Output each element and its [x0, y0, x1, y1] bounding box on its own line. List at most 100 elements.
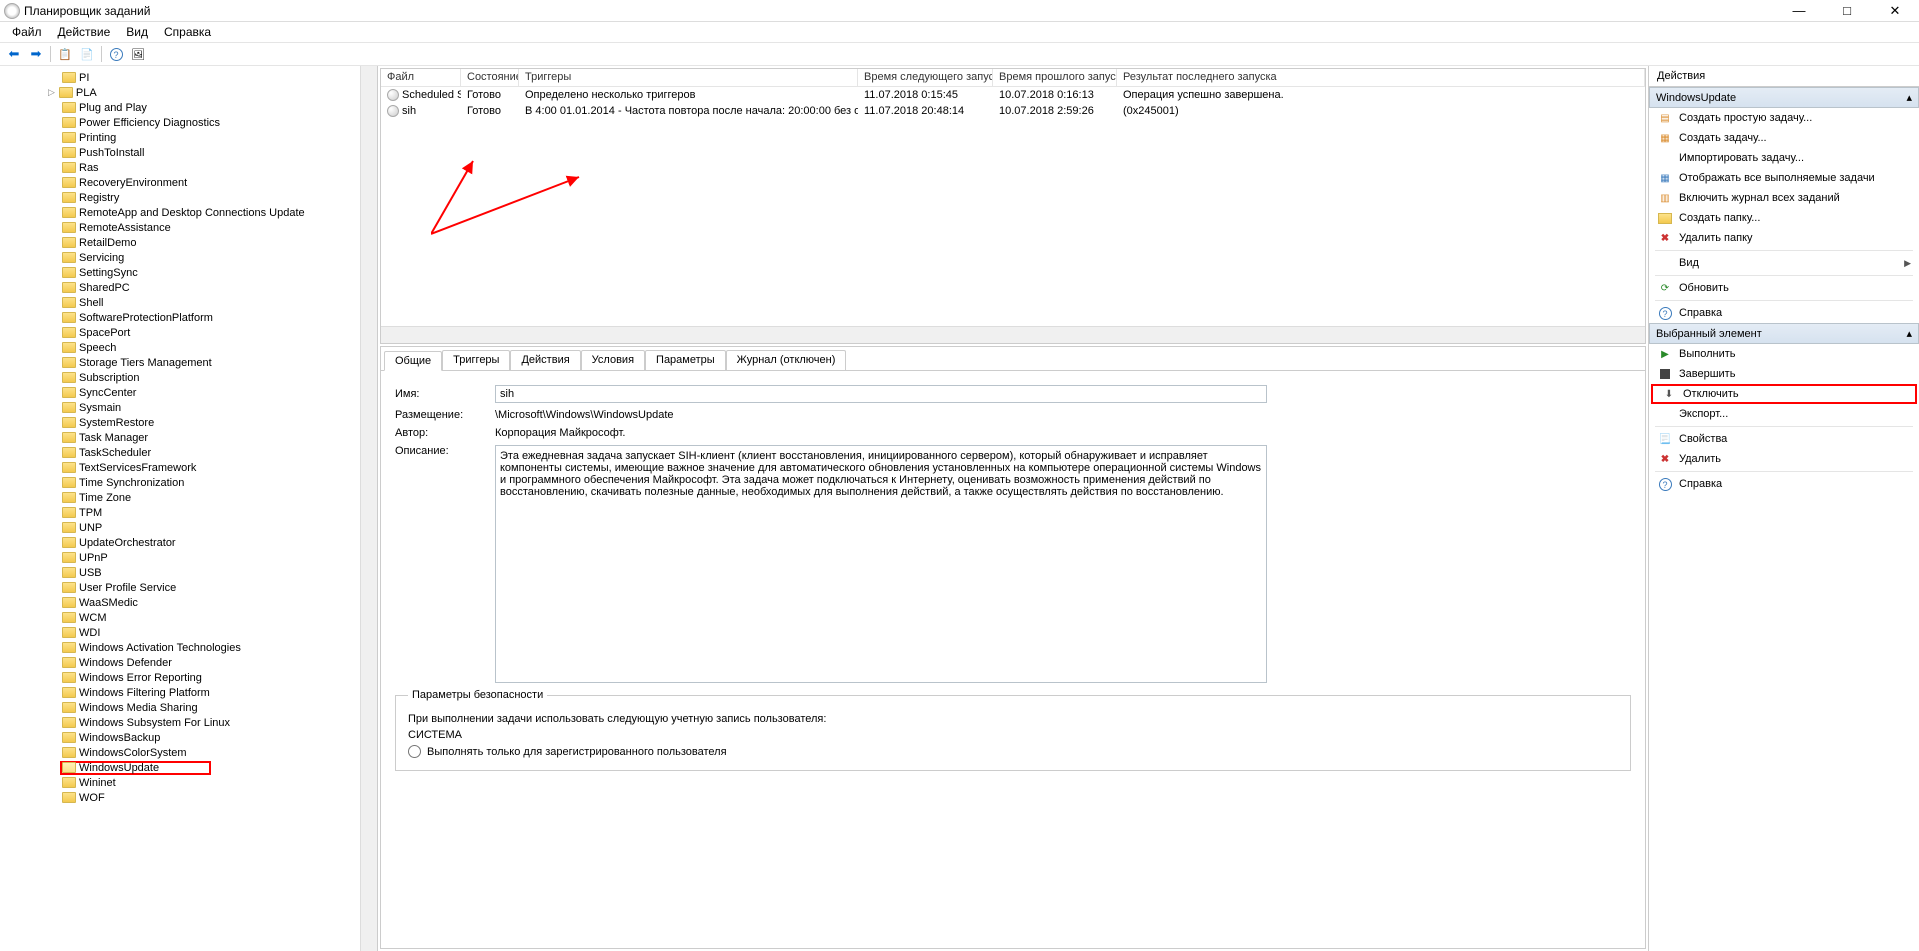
tree-item[interactable]: RetailDemo: [60, 235, 377, 250]
back-button[interactable]: ⬅: [4, 44, 24, 64]
tree-item[interactable]: SettingSync: [60, 265, 377, 280]
tree-item[interactable]: Windows Error Reporting: [60, 670, 377, 685]
tree-item[interactable]: TextServicesFramework: [60, 460, 377, 475]
toggle-detail-button[interactable]: 📄: [77, 44, 97, 64]
radio-logged-only[interactable]: Выполнять только для зарегистрированного…: [408, 745, 1618, 758]
action-свойства[interactable]: 📃Свойства: [1649, 429, 1919, 449]
col-file[interactable]: Файл: [381, 69, 461, 86]
task-row[interactable]: sihГотовоВ 4:00 01.01.2014 - Частота пов…: [381, 103, 1645, 119]
tree-item[interactable]: Sysmain: [60, 400, 377, 415]
menu-view[interactable]: Вид: [118, 23, 156, 41]
tree-item[interactable]: Windows Subsystem For Linux: [60, 715, 377, 730]
tree-item[interactable]: WDI: [60, 625, 377, 640]
tree-item[interactable]: SharedPC: [60, 280, 377, 295]
tree-item[interactable]: WOF: [60, 790, 377, 805]
tree-item[interactable]: Speech: [60, 340, 377, 355]
tab-general[interactable]: Общие: [384, 351, 442, 371]
tree-item[interactable]: Wininet: [60, 775, 377, 790]
menu-file[interactable]: Файл: [4, 23, 50, 41]
scrollbar[interactable]: [360, 66, 377, 951]
tree-item[interactable]: Servicing: [60, 250, 377, 265]
tree-item[interactable]: TaskScheduler: [60, 445, 377, 460]
tree-item[interactable]: Time Synchronization: [60, 475, 377, 490]
tree-item[interactable]: UpdateOrchestrator: [60, 535, 377, 550]
tree-item[interactable]: WindowsBackup: [60, 730, 377, 745]
action-обновить[interactable]: ⟳Обновить: [1649, 278, 1919, 298]
action-удалить-папку[interactable]: ✖Удалить папку: [1649, 228, 1919, 248]
tree-item[interactable]: SoftwareProtectionPlatform: [60, 310, 377, 325]
tab-actions[interactable]: Действия: [510, 350, 580, 370]
actions-section-selected[interactable]: Выбранный элемент ▴: [1649, 323, 1919, 344]
tree-item[interactable]: PI: [60, 70, 377, 85]
action-вид[interactable]: Вид▶: [1649, 253, 1919, 273]
tree-item[interactable]: Plug and Play: [60, 100, 377, 115]
forward-button[interactable]: ➡: [26, 44, 46, 64]
col-triggers[interactable]: Триггеры: [519, 69, 858, 86]
action-выполнить[interactable]: ▶Выполнить: [1649, 344, 1919, 364]
tab-settings[interactable]: Параметры: [645, 350, 726, 370]
tree-item[interactable]: Registry: [60, 190, 377, 205]
action-удалить[interactable]: ✖Удалить: [1649, 449, 1919, 469]
tree-item[interactable]: PLA: [60, 85, 377, 100]
tree-item[interactable]: Windows Defender: [60, 655, 377, 670]
action-импортировать-задачу-[interactable]: Импортировать задачу...: [1649, 148, 1919, 168]
tree-item[interactable]: WaaSMedic: [60, 595, 377, 610]
tree-item[interactable]: WCM: [60, 610, 377, 625]
maximize-button[interactable]: □: [1827, 1, 1867, 21]
tab-triggers[interactable]: Триггеры: [442, 350, 510, 370]
tree-item[interactable]: Shell: [60, 295, 377, 310]
action-справка[interactable]: ?Справка: [1649, 474, 1919, 494]
tree-item[interactable]: SpacePort: [60, 325, 377, 340]
menu-action[interactable]: Действие: [50, 23, 119, 41]
tree-item[interactable]: TPM: [60, 505, 377, 520]
radio-logged-input[interactable]: [408, 745, 421, 758]
tree-item[interactable]: SyncCenter: [60, 385, 377, 400]
action-включить-журнал-всех-заданий[interactable]: ▥Включить журнал всех заданий: [1649, 188, 1919, 208]
action-создать-простую-задачу-[interactable]: ▤Создать простую задачу...: [1649, 108, 1919, 128]
tree-item[interactable]: Printing: [60, 130, 377, 145]
action-pane-button[interactable]: 🖼: [128, 44, 148, 64]
input-description[interactable]: [495, 445, 1267, 683]
actions-section-context[interactable]: WindowsUpdate ▴: [1649, 87, 1919, 108]
tree-item[interactable]: RecoveryEnvironment: [60, 175, 377, 190]
action-отображать-все-выполняемые-задачи[interactable]: ▦Отображать все выполняемые задачи: [1649, 168, 1919, 188]
tree-item[interactable]: Ras: [60, 160, 377, 175]
tree-item[interactable]: PushToInstall: [60, 145, 377, 160]
col-result[interactable]: Результат последнего запуска: [1117, 69, 1645, 86]
close-button[interactable]: ✕: [1875, 1, 1915, 21]
action-создать-папку-[interactable]: Создать папку...: [1649, 208, 1919, 228]
tree-item[interactable]: SystemRestore: [60, 415, 377, 430]
tree-item[interactable]: User Profile Service: [60, 580, 377, 595]
menu-help[interactable]: Справка: [156, 23, 219, 41]
action-создать-задачу-[interactable]: ▦Создать задачу...: [1649, 128, 1919, 148]
action-отключить[interactable]: ⬇Отключить: [1651, 384, 1917, 404]
tree-item[interactable]: WindowsUpdate: [60, 760, 377, 775]
col-next[interactable]: Время следующего запуска: [858, 69, 993, 86]
tree-item[interactable]: Storage Tiers Management: [60, 355, 377, 370]
tree-item[interactable]: Windows Activation Technologies: [60, 640, 377, 655]
col-state[interactable]: Состояние: [461, 69, 519, 86]
h-scrollbar[interactable]: [381, 326, 1645, 343]
action-экспорт-[interactable]: Экспорт...: [1649, 404, 1919, 424]
tree-item[interactable]: Time Zone: [60, 490, 377, 505]
tree-item[interactable]: Windows Media Sharing: [60, 700, 377, 715]
tree-item[interactable]: Windows Filtering Platform: [60, 685, 377, 700]
tree-item[interactable]: Task Manager: [60, 430, 377, 445]
help-button[interactable]: ?: [106, 44, 126, 64]
tree-item[interactable]: UPnP: [60, 550, 377, 565]
input-name[interactable]: [495, 385, 1267, 403]
minimize-button[interactable]: —: [1779, 1, 1819, 21]
tree-item[interactable]: RemoteApp and Desktop Connections Update: [60, 205, 377, 220]
action-завершить[interactable]: Завершить: [1649, 364, 1919, 384]
action-справка[interactable]: ?Справка: [1649, 303, 1919, 323]
col-last[interactable]: Время прошлого запуска: [993, 69, 1117, 86]
tree-item[interactable]: Subscription: [60, 370, 377, 385]
tree-item[interactable]: Power Efficiency Diagnostics: [60, 115, 377, 130]
tab-history[interactable]: Журнал (отключен): [726, 350, 847, 370]
tree-item[interactable]: WindowsColorSystem: [60, 745, 377, 760]
toggle-tree-button[interactable]: 📋: [55, 44, 75, 64]
tab-conditions[interactable]: Условия: [581, 350, 645, 370]
tree-item[interactable]: UNP: [60, 520, 377, 535]
tree-item[interactable]: RemoteAssistance: [60, 220, 377, 235]
tree-item[interactable]: USB: [60, 565, 377, 580]
